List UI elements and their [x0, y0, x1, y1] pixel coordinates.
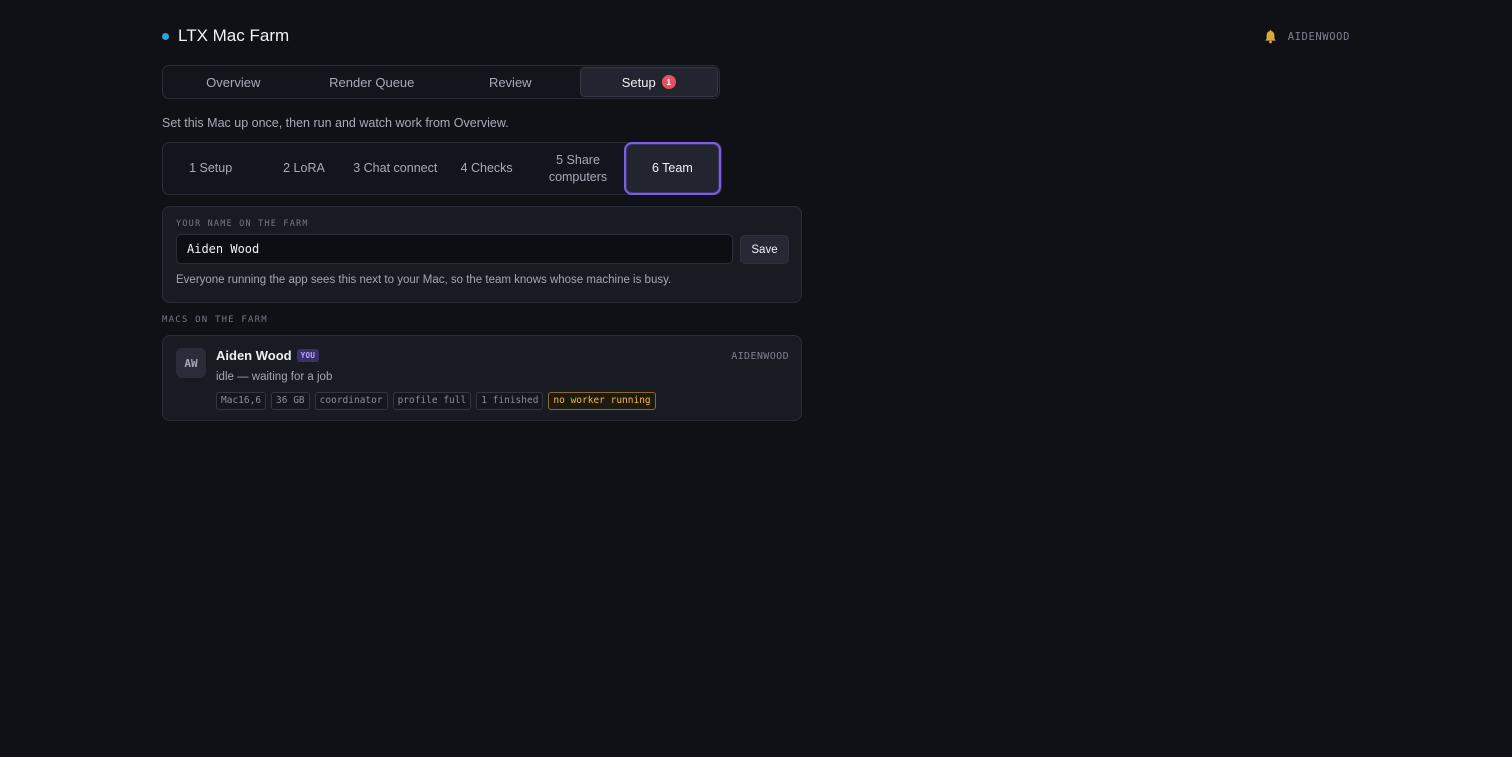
- avatar: AW: [176, 348, 206, 378]
- finished-count-chip: 1 finished: [476, 392, 544, 410]
- step-tab-checks[interactable]: 4 Checks: [441, 144, 532, 194]
- farm-name-card: YOUR NAME ON THE FARM Save Everyone runn…: [162, 206, 802, 303]
- step-tab-lora[interactable]: 2 LoRA: [258, 144, 349, 194]
- setup-step-tabs: 1 Setup 2 LoRA 3 Chat connect 4 Checks 5…: [162, 142, 722, 195]
- step-tab-chat-connect[interactable]: 3 Chat connect: [350, 144, 441, 194]
- setup-intro-text: Set this Mac up once, then run and watch…: [162, 116, 509, 130]
- app-window: LTX Mac Farm AIDENWOOD Overview Render Q…: [0, 0, 1512, 757]
- tab-review[interactable]: Review: [441, 67, 580, 97]
- model-chip: Mac16,6: [216, 392, 267, 410]
- profile-chip: profile full: [392, 392, 472, 410]
- mac-status: idle — waiting for a job: [216, 371, 333, 383]
- brand: LTX Mac Farm: [162, 26, 289, 46]
- notification-badge: 1: [661, 75, 676, 89]
- app-header: LTX Mac Farm AIDENWOOD: [162, 26, 1350, 50]
- tab-setup[interactable]: Setup 1: [579, 67, 718, 97]
- farm-name-input[interactable]: [176, 234, 733, 264]
- memory-chip: 36 GB: [271, 392, 310, 410]
- tab-label: Setup: [621, 74, 656, 90]
- tab-label: Review: [488, 74, 532, 90]
- farm-name-label: YOUR NAME ON THE FARM: [176, 219, 309, 229]
- mac-chip-row: Mac16,6 36 GB coordinator profile full 1…: [216, 392, 656, 410]
- mac-handle: AIDENWOOD: [731, 351, 789, 362]
- farm-name-help: Everyone running the app sees this next …: [176, 274, 672, 286]
- mac-owner-name: Aiden Wood: [216, 348, 292, 363]
- tab-label: Render Queue: [329, 74, 415, 90]
- step-tab-share-computers[interactable]: 5 Share computers: [532, 144, 623, 194]
- mac-card: AW Aiden Wood YOU AIDENWOOD idle — waiti…: [162, 335, 802, 421]
- mac-name-row: Aiden Wood YOU: [216, 348, 320, 363]
- app-title: LTX Mac Farm: [178, 26, 290, 45]
- tab-render-queue[interactable]: Render Queue: [303, 67, 442, 97]
- header-user-area: AIDENWOOD: [1264, 30, 1350, 44]
- user-handle[interactable]: AIDENWOOD: [1288, 31, 1350, 43]
- save-button[interactable]: Save: [740, 235, 789, 264]
- role-chip: coordinator: [314, 392, 388, 410]
- macs-section-title: MACS ON THE FARM: [162, 315, 268, 325]
- status-dot-icon: [162, 32, 169, 40]
- tab-label: Overview: [206, 74, 261, 90]
- bell-icon[interactable]: [1264, 30, 1277, 44]
- step-tab-setup[interactable]: 1 Setup: [163, 144, 258, 194]
- tab-overview[interactable]: Overview: [164, 67, 303, 97]
- step-tab-team[interactable]: 6 Team: [623, 142, 722, 195]
- you-badge: YOU: [296, 349, 320, 362]
- worker-status-chip: no worker running: [548, 392, 656, 410]
- main-tabs: Overview Render Queue Review Setup 1: [162, 65, 720, 99]
